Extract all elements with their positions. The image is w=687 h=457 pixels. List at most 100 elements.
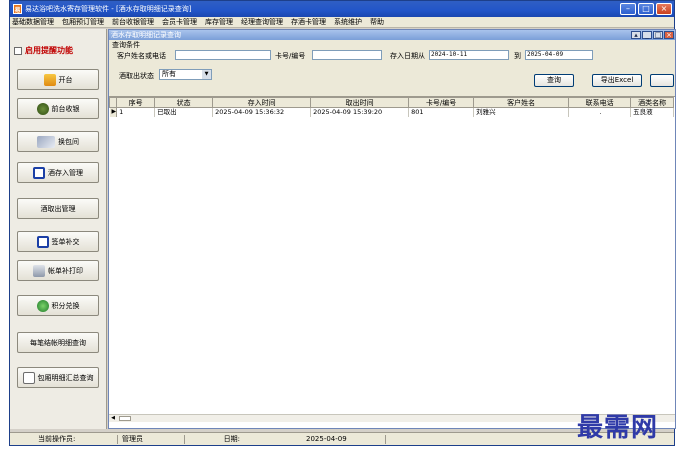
menu-item-cashier[interactable]: 前台收银管理: [112, 17, 154, 27]
column-header[interactable]: 状态: [154, 97, 214, 108]
checkbox-box[interactable]: [14, 46, 22, 55]
name-input[interactable]: [175, 50, 271, 60]
menu-bar: 基础数据管理 包厢预订管理 前台收银管理 会员卡管理 库存管理 经理查询管理 存…: [10, 17, 674, 28]
title-bar: 易 易达浴吧洗水寄存管理软件 - [酒水存取明细记录查询] – □ ×: [10, 1, 674, 17]
cashier-button[interactable]: 前台收银: [17, 98, 99, 119]
menu-item-help[interactable]: 帮助: [370, 17, 384, 27]
maximize-icon[interactable]: □: [638, 3, 654, 15]
query-legend: 查询条件: [112, 41, 140, 49]
chevron-down-icon[interactable]: ▼: [202, 70, 211, 79]
column-header[interactable]: 联系电话: [568, 97, 632, 108]
table-row[interactable]: ▶ 1 已取出 2025-04-09 15:36:32 2025-04-09 1…: [109, 107, 675, 117]
row-indicator-header: [108, 97, 118, 108]
query-panel: 查询条件 客户姓名或电话 卡号/编号 存入日期从 2024-10-11 到 20…: [109, 40, 675, 96]
menu-item-basic-data[interactable]: 基础数据管理: [12, 17, 54, 27]
table-header-row: 序号 状态 存入时间 取出时间 卡号/编号 客户姓名 联系电话 酒类名称: [108, 97, 675, 108]
button-label: 酒存入管理: [48, 168, 83, 177]
reprint-bill-button[interactable]: 帐单补打印: [17, 260, 99, 281]
table-cell: 已取出: [154, 107, 214, 117]
status-select-value: 所有: [162, 70, 176, 78]
wine-deposit-button[interactable]: 酒存入管理: [17, 162, 99, 183]
date-from-label: 存入日期从: [390, 52, 425, 60]
watermark: 最需网: [577, 413, 659, 443]
switch-room-icon: [37, 135, 55, 148]
open-table-icon: [43, 73, 56, 86]
points-exchange-icon: [36, 299, 49, 312]
table-cell: 1: [116, 107, 156, 117]
switch-room-button[interactable]: 换包间: [17, 131, 99, 152]
date-label: 日期:: [184, 435, 244, 444]
wine-withdraw-button[interactable]: 酒取出管理: [17, 198, 99, 219]
remind-checkbox[interactable]: 启用提醒功能: [14, 45, 73, 56]
status-label: 酒取出状态: [119, 72, 154, 80]
query-child-window: 酒水存取明细记录查询 ▴ _ □ × 查询条件 客户姓名或电话 卡号/编号 存入…: [108, 29, 676, 429]
table-cell: .: [568, 107, 632, 117]
child-title-bar: 酒水存取明细记录查询 ▴ _ □ ×: [109, 30, 675, 40]
date-from-input[interactable]: 2024-10-11: [429, 50, 509, 60]
button-label: 签单补交: [51, 237, 80, 246]
remind-label: 启用提醒功能: [25, 46, 73, 55]
extra-button[interactable]: [650, 74, 674, 87]
table-cell: 801: [408, 107, 475, 117]
table-cell: 刘雅兴: [473, 107, 570, 117]
button-label: 帐单补打印: [48, 266, 83, 275]
room-summary-icon: [22, 371, 35, 384]
column-header[interactable]: 卡号/编号: [408, 97, 475, 108]
operator-label: 当前操作员:: [38, 435, 118, 444]
scroll-left-icon[interactable]: ◀: [109, 415, 117, 422]
status-select[interactable]: 所有 ▼: [159, 69, 212, 80]
button-label: 换包间: [58, 137, 79, 146]
menu-item-inventory[interactable]: 库存管理: [205, 17, 233, 27]
card-input[interactable]: [312, 50, 382, 60]
menu-item-system[interactable]: 系统维护: [334, 17, 362, 27]
minimize-icon[interactable]: –: [620, 3, 636, 15]
printer-icon: [33, 264, 45, 277]
button-label: 开台: [58, 75, 73, 84]
menu-item-room-booking[interactable]: 包厢预订管理: [62, 17, 104, 27]
open-table-button[interactable]: 开台: [17, 69, 99, 90]
child-restore-icon[interactable]: ▴: [631, 31, 641, 39]
main-window: 易 易达浴吧洗水寄存管理软件 - [酒水存取明细记录查询] – □ × 基础数据…: [9, 0, 676, 446]
column-header[interactable]: 取出时间: [310, 97, 410, 108]
button-label: 每笔结帐明细查询: [30, 338, 86, 347]
checkout-detail-button[interactable]: 每笔结帐明细查询: [17, 332, 99, 353]
sign-bill-button[interactable]: 签单补交: [17, 231, 99, 252]
scroll-thumb[interactable]: [119, 416, 131, 421]
date-value: 2025-04-09: [306, 435, 386, 444]
cashier-bag-icon: [36, 102, 49, 115]
column-header[interactable]: 客户姓名: [473, 97, 570, 108]
date-to-input[interactable]: 2025-04-09: [525, 50, 593, 60]
points-exchange-button[interactable]: 积分兑换: [17, 295, 99, 316]
room-summary-button[interactable]: 包厢明细汇总查询: [17, 367, 99, 388]
card-label: 卡号/编号: [275, 52, 306, 60]
column-header[interactable]: 序号: [116, 97, 156, 108]
child-minimize-icon[interactable]: _: [642, 31, 652, 39]
column-header[interactable]: 存入时间: [212, 97, 312, 108]
table-cell: 2025-04-09 15:39:20: [310, 107, 410, 117]
sign-bill-icon: [36, 235, 49, 248]
table-cell: 2025-04-09 15:36:32: [212, 107, 312, 117]
child-close-icon[interactable]: ×: [664, 31, 674, 39]
name-label: 客户姓名或电话: [117, 52, 166, 60]
child-maximize-icon[interactable]: □: [653, 31, 663, 39]
menu-item-member-card[interactable]: 会员卡管理: [162, 17, 197, 27]
status-bar: 当前操作员: 管理员 日期: 2025-04-09: [10, 432, 674, 445]
button-label: 包厢明细汇总查询: [37, 373, 94, 382]
search-button[interactable]: 查询: [534, 74, 574, 87]
column-header[interactable]: 酒类名称: [630, 97, 675, 108]
child-window-title: 酒水存取明细记录查询: [111, 31, 181, 39]
button-label: 酒取出管理: [40, 204, 76, 213]
operator-value: 管理员: [122, 435, 143, 443]
records-grid: 序号 状态 存入时间 取出时间 卡号/编号 客户姓名 联系电话 酒类名称 ▶ 1: [108, 96, 675, 422]
close-icon[interactable]: ×: [656, 3, 672, 15]
window-title: 易达浴吧洗水寄存管理软件 - [酒水存取明细记录查询]: [25, 5, 192, 13]
sidebar: 启用提醒功能 开台 前台收银 换包间 酒存入管理 酒取出管理 签单补交 帐单补打…: [10, 29, 107, 429]
export-excel-button[interactable]: 导出Excel: [592, 74, 642, 87]
table-cell: 五良液: [630, 107, 675, 117]
menu-item-wine-card[interactable]: 存酒卡管理: [291, 17, 326, 27]
date-to-label: 到: [514, 52, 521, 60]
app-logo-icon: 易: [13, 4, 22, 14]
menu-item-manager-query[interactable]: 经理查询管理: [241, 17, 283, 27]
button-label: 前台收银: [51, 104, 80, 113]
button-label: 积分兑换: [51, 301, 80, 310]
